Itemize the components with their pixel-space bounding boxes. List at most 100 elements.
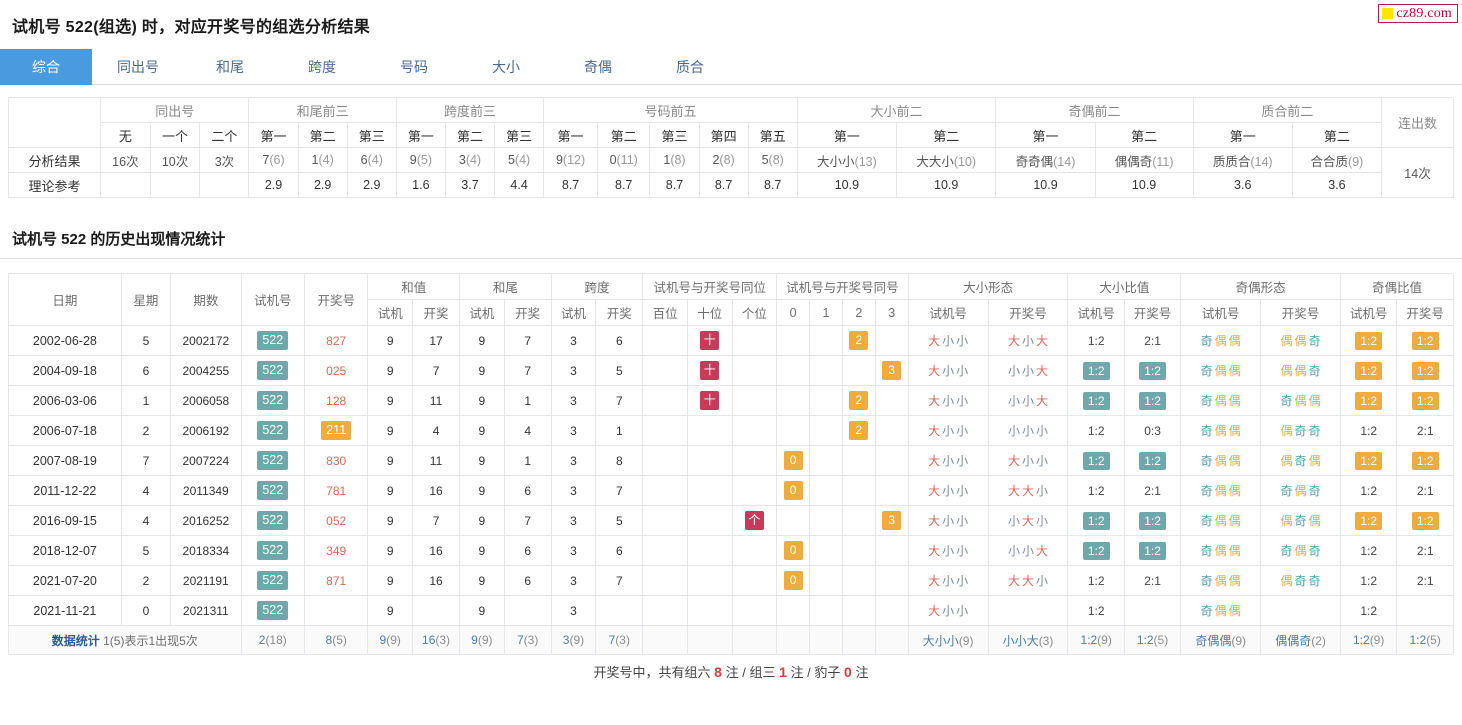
shiji-badge: 522 [257, 361, 289, 380]
shape-char: 偶 [1294, 394, 1307, 408]
history-subheader-4: 试机 [550, 299, 597, 326]
history-subheader-11: 2 [841, 299, 876, 326]
row-weekday: 1 [120, 385, 172, 416]
shape-char: 小 [956, 574, 969, 588]
row-weekday: 0 [120, 595, 172, 626]
summary-connect-count: 14次 [1381, 147, 1454, 198]
shape-char: 大 [928, 424, 941, 438]
tab-3[interactable]: 跨度 [276, 49, 368, 85]
summary-analysis-cell-2: 3次 [199, 147, 250, 173]
tab-6[interactable]: 奇偶 [552, 49, 644, 85]
row-daxiao-ratio-shiji: 1:2 [1067, 535, 1125, 566]
tab-7[interactable]: 质合 [644, 49, 736, 85]
row-hezhi-kaijiang: 16 [412, 535, 461, 566]
row-tonghao-1 [809, 595, 843, 626]
summary-group-2: 跨度前三 [395, 97, 545, 123]
row-hezhi-shiji: 9 [367, 415, 414, 446]
tab-4[interactable]: 号码 [368, 49, 460, 85]
tab-1[interactable]: 同出号 [92, 49, 184, 85]
summary-analysis-cell-7: 3(4) [444, 147, 496, 173]
summary-analysis-cell-0: 16次 [100, 147, 151, 173]
summary-subheader-9: 第一 [543, 122, 598, 148]
tab-2[interactable]: 和尾 [184, 49, 276, 85]
stats-jiou-ratio-kaijiang: 1:2(5) [1396, 625, 1454, 655]
shape-char: 小 [956, 484, 969, 498]
row-tonghao-2 [841, 535, 876, 566]
row-jiou-shiji: 奇偶偶 [1180, 475, 1262, 506]
tab-5[interactable]: 大小 [460, 49, 552, 85]
table-row[interactable]: 2006-07-18 2 2006192 522 211 9 4 9 4 3 1 2 大小小小小小 1:2… [8, 415, 1454, 446]
row-kuadu-shiji: 3 [550, 355, 597, 386]
table-row[interactable]: 2006-03-06 1 2006058 522 128 9 11 9 1 3 7 十 2 大小小小小大 1… [8, 385, 1454, 416]
row-shiji-number: 522 [240, 505, 305, 536]
shape-char: 大 [928, 484, 941, 498]
history-subheader-6: 百位 [642, 299, 688, 326]
table-row[interactable]: 2002-06-28 5 2002172 522 827 9 17 9 7 3 6 十 2 大小小大小大 1… [8, 325, 1454, 356]
row-tongwei-1 [686, 535, 733, 566]
footer-zusan-count: 1 [779, 664, 787, 680]
kaijiang-value: 025 [326, 363, 347, 378]
shape-char: 偶 [1308, 394, 1321, 408]
row-hezhi-kaijiang: 11 [412, 385, 461, 416]
stats-kuadu-shiji-count: (9) [569, 633, 585, 647]
shape-char: 偶 [1228, 334, 1241, 348]
site-logo: cz89.com [1378, 4, 1458, 23]
shape-char: 奇 [1308, 484, 1321, 498]
shape-char: 奇 [1294, 454, 1307, 468]
row-hezhi-kaijiang: 11 [412, 445, 461, 476]
row-kuadu-kaijiang: 6 [595, 535, 644, 566]
summary-analysis-count-7: (4) [465, 153, 482, 167]
history-subheader-7: 十位 [686, 299, 733, 326]
shape-char: 大 [1036, 334, 1049, 348]
summary-analysis-count-16: (14) [1053, 154, 1076, 169]
shape-char: 大 [928, 334, 941, 348]
table-row[interactable]: 2007-08-19 7 2007224 522 830 9 11 9 1 3 8 0 大小小大小小 1:… [8, 445, 1454, 476]
table-row[interactable]: 2011-12-22 4 2011349 522 781 9 16 9 6 3 7 0 大小小大大小 1:… [8, 475, 1454, 506]
summary-analysis-count-8: (4) [514, 153, 531, 167]
footer-sep-2: / [807, 665, 811, 680]
row-jiou-ratio-kaijiang-value: 1:2 [1411, 451, 1439, 470]
shiji-badge: 522 [257, 511, 289, 530]
table-row[interactable]: 2018-12-07 5 2018334 522 349 9 16 9 6 3 6 0 大小小小小大 1:… [8, 535, 1454, 566]
row-tonghao-3: 3 [874, 505, 909, 536]
shape-char: 小 [1022, 334, 1035, 348]
tab-0[interactable]: 综合 [0, 49, 92, 85]
history-subheader-17: 试机号 [1180, 299, 1262, 326]
summary-analysis-cell-5: 6(4) [346, 147, 397, 173]
row-hezhi-kaijiang: 16 [412, 565, 461, 596]
shape-char: 偶 [1228, 544, 1241, 558]
shape-char: 大 [928, 364, 941, 378]
shape-char: 偶 [1214, 364, 1227, 378]
shape-char: 小 [942, 514, 955, 528]
footer-zuliu-count: 8 [714, 664, 722, 680]
row-daxiao-ratio-shiji-value: 1:2 [1087, 423, 1105, 438]
stats-kaijiang: 8(5) [303, 625, 369, 655]
row-tonghao-1 [809, 445, 843, 476]
summary-analysis-value-18: 质质合 [1212, 154, 1251, 169]
row-hewei-kaijiang: 7 [503, 325, 552, 356]
shape-char: 大 [928, 574, 941, 588]
row-kuadu-kaijiang: 1 [595, 415, 644, 446]
table-row[interactable]: 2021-11-21 0 2021311 522 9 9 3 大小小 1:2 奇偶偶 1:2 [8, 595, 1454, 626]
row-tongwei-2 [731, 595, 778, 626]
row-tongwei-0 [642, 595, 688, 626]
summary-theory-cell-15: 10.9 [896, 172, 997, 198]
shape-char: 小 [1008, 364, 1021, 378]
table-row[interactable]: 2021-07-20 2 2021191 522 871 9 16 9 6 3 7 0 大小小大大小 1:… [8, 565, 1454, 596]
row-weekday: 2 [120, 415, 172, 446]
row-kuadu-kaijiang: 6 [595, 325, 644, 356]
tonghao-marker-icon: 2 [849, 421, 869, 440]
row-daxiao-ratio-kaijiang [1123, 595, 1182, 626]
kaijiang-value: 830 [326, 453, 347, 468]
shape-char: 小 [956, 604, 969, 618]
summary-theory-cell-5: 2.9 [346, 172, 397, 198]
table-row[interactable]: 2004-09-18 6 2004255 522 025 9 7 9 7 3 5 十 3 大小小小小大 1:… [8, 355, 1454, 386]
row-jiou-ratio-kaijiang: 1:2 [1396, 325, 1454, 356]
table-row[interactable]: 2016-09-15 4 2016252 522 052 9 7 9 7 3 5 个 3 大小小小大小 1:… [8, 505, 1454, 536]
summary-group-6: 质合前二 [1192, 97, 1383, 123]
row-date: 2006-07-18 [8, 415, 122, 446]
stats-kuadu-kaijiang-count: (3) [615, 633, 630, 647]
row-issue: 2004255 [170, 355, 242, 386]
summary-analysis-value-9: 9 [555, 153, 563, 167]
row-tongwei-1 [686, 445, 733, 476]
